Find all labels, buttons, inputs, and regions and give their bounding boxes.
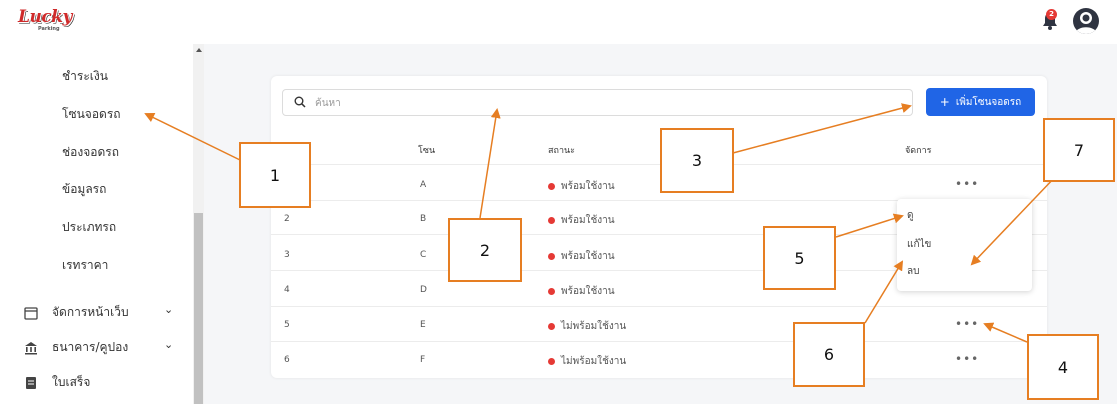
cell-status: พร้อมใช้งาน bbox=[548, 179, 615, 194]
logo-text: Lucky bbox=[18, 7, 72, 27]
cell-id: 5 bbox=[284, 320, 290, 330]
status-dot bbox=[548, 217, 555, 224]
cell-id: 3 bbox=[284, 250, 290, 260]
annotation-label-7: 7 bbox=[1043, 118, 1115, 182]
status-text: พร้อมใช้งาน bbox=[561, 181, 615, 192]
scroll-up-arrow-icon[interactable] bbox=[196, 48, 202, 52]
status-text: ไม่พร้อมใช้งาน bbox=[561, 321, 627, 332]
status-dot bbox=[548, 183, 555, 190]
more-actions-icon[interactable]: ••• bbox=[955, 177, 979, 191]
cell-id: 6 bbox=[284, 355, 290, 365]
annotation-label-6: 6 bbox=[793, 322, 865, 387]
search-icon bbox=[294, 96, 306, 108]
user-avatar[interactable] bbox=[1073, 8, 1099, 34]
sidebar-item-car-info[interactable]: ข้อมูลรถ bbox=[62, 180, 106, 199]
annotation-label-5: 5 bbox=[763, 226, 836, 290]
scrollbar-thumb[interactable] bbox=[194, 213, 203, 404]
plus-icon: + bbox=[939, 95, 950, 109]
sidebar-group-bank[interactable]: ธนาคาร/คูปอง ⌄ bbox=[24, 338, 174, 357]
column-header-status: สถานะ bbox=[548, 146, 575, 156]
column-header-manage: จัดการ bbox=[905, 146, 932, 156]
sidebar-group-receipt[interactable]: ใบเสร็จ bbox=[24, 373, 174, 392]
annotation-label-1: 1 bbox=[239, 142, 311, 208]
cell-zone: F bbox=[420, 355, 426, 365]
divider bbox=[271, 341, 1047, 342]
sidebar-item-car-type[interactable]: ประเภทรถ bbox=[62, 218, 116, 237]
menu-item-delete[interactable]: ลบ bbox=[907, 264, 919, 279]
sidebar-item-parking-slot[interactable]: ช่องจอดรถ bbox=[62, 143, 119, 162]
cell-zone: E bbox=[420, 320, 426, 330]
cell-id: 4 bbox=[284, 285, 290, 295]
add-parking-zone-button[interactable]: + เพิ่มโซนจอดรถ bbox=[926, 88, 1035, 116]
sidebar-group-label: ธนาคาร/คูปอง bbox=[52, 340, 129, 354]
add-button-label: เพิ่มโซนจอดรถ bbox=[955, 96, 1022, 108]
cell-zone: B bbox=[420, 214, 427, 224]
sidebar-group-website[interactable]: จัดการหน้าเว็บ ⌄ bbox=[24, 303, 174, 322]
divider bbox=[271, 306, 1047, 307]
logo-subtext: Parking bbox=[38, 26, 60, 32]
cell-status: ไม่พร้อมใช้งาน bbox=[548, 319, 626, 334]
status-dot bbox=[548, 253, 555, 260]
search-field[interactable] bbox=[282, 89, 913, 116]
cell-id: 2 bbox=[284, 214, 290, 224]
sidebar-group-label: ใบเสร็จ bbox=[52, 375, 91, 389]
cell-status: พร้อมใช้งาน bbox=[548, 249, 615, 264]
row-actions-menu: ดู แก้ไข ลบ bbox=[897, 199, 1032, 291]
search-input[interactable] bbox=[315, 93, 905, 113]
cell-status: พร้อมใช้งาน bbox=[548, 284, 615, 299]
status-dot bbox=[548, 288, 555, 295]
user-icon bbox=[1075, 12, 1097, 34]
annotation-label-2: 2 bbox=[448, 218, 522, 282]
cell-status: ไม่พร้อมใช้งาน bbox=[548, 354, 626, 369]
menu-item-edit[interactable]: แก้ไข bbox=[907, 237, 931, 252]
receipt-icon bbox=[24, 376, 38, 390]
cell-zone: D bbox=[420, 285, 427, 295]
sidebar-item-rate[interactable]: เรทราคา bbox=[62, 256, 108, 275]
calendar-icon bbox=[24, 306, 38, 320]
cell-zone: C bbox=[420, 250, 427, 260]
cell-zone: A bbox=[420, 180, 427, 190]
column-header-zone: โซน bbox=[418, 146, 436, 156]
annotation-label-4: 4 bbox=[1027, 334, 1099, 400]
bank-icon bbox=[24, 341, 38, 355]
status-dot bbox=[548, 323, 555, 330]
sidebar-group-label: จัดการหน้าเว็บ bbox=[52, 305, 129, 319]
sidebar-item-parking-zone[interactable]: โซนจอดรถ bbox=[62, 105, 121, 124]
notification-badge: 2 bbox=[1046, 9, 1057, 20]
status-dot bbox=[548, 358, 555, 365]
top-bar: Lucky Parking bbox=[0, 0, 1117, 44]
divider bbox=[271, 164, 1047, 165]
cell-status: พร้อมใช้งาน bbox=[548, 213, 615, 228]
status-text: พร้อมใช้งาน bbox=[561, 251, 615, 262]
annotation-label-3: 3 bbox=[660, 128, 734, 193]
sidebar-item-payment[interactable]: ชำระเงิน bbox=[62, 67, 108, 86]
status-text: พร้อมใช้งาน bbox=[561, 215, 615, 226]
more-actions-icon[interactable]: ••• bbox=[955, 317, 979, 331]
chevron-down-icon[interactable]: ⌄ bbox=[164, 338, 173, 351]
status-text: พร้อมใช้งาน bbox=[561, 286, 615, 297]
chevron-down-icon[interactable]: ⌄ bbox=[164, 303, 173, 316]
more-actions-icon[interactable]: ••• bbox=[955, 352, 979, 366]
menu-item-view[interactable]: ดู bbox=[907, 208, 914, 223]
status-text: ไม่พร้อมใช้งาน bbox=[561, 356, 627, 367]
app-logo[interactable]: Lucky Parking bbox=[14, 4, 80, 38]
